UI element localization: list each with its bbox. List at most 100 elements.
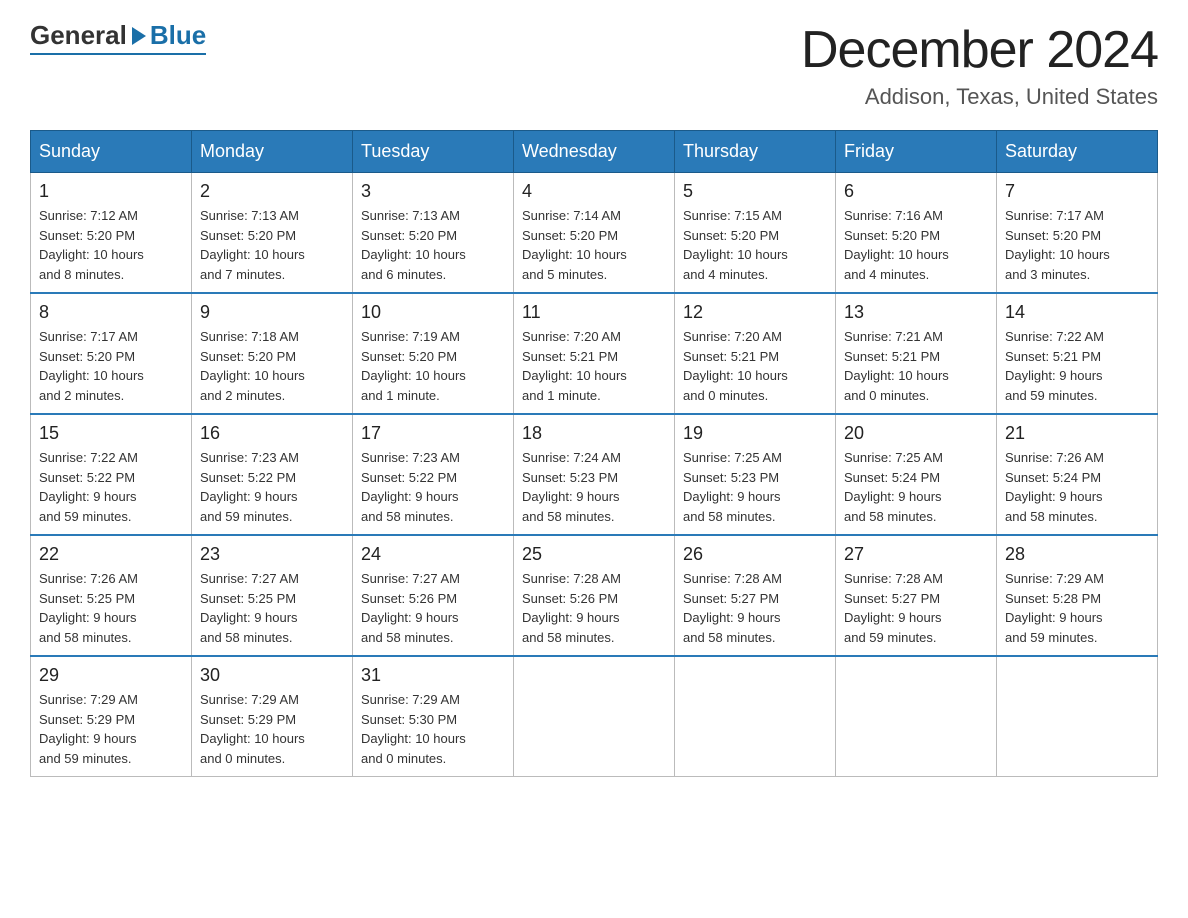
- day-number: 30: [200, 665, 344, 686]
- day-number: 24: [361, 544, 505, 565]
- day-number: 5: [683, 181, 827, 202]
- day-number: 22: [39, 544, 183, 565]
- calendar-week-row: 1Sunrise: 7:12 AMSunset: 5:20 PMDaylight…: [31, 173, 1158, 294]
- day-info: Sunrise: 7:23 AMSunset: 5:22 PMDaylight:…: [200, 448, 344, 526]
- calendar-cell: 2Sunrise: 7:13 AMSunset: 5:20 PMDaylight…: [192, 173, 353, 294]
- calendar-cell: 13 Sunrise: 7:21 AMSunset: 5:21 PMDayligh…: [836, 293, 997, 414]
- day-number: 11: [522, 302, 666, 323]
- day-info: Sunrise: 7:15 AMSunset: 5:20 PMDaylight:…: [683, 206, 827, 284]
- day-info: Sunrise: 7:23 AMSunset: 5:22 PMDaylight:…: [361, 448, 505, 526]
- calendar-cell: 8 Sunrise: 7:17 AMSunset: 5:20 PMDaylight…: [31, 293, 192, 414]
- calendar-week-row: 22 Sunrise: 7:26 AMSunset: 5:25 PMDayligh…: [31, 535, 1158, 656]
- day-number: 31: [361, 665, 505, 686]
- day-info: Sunrise: 7:20 AMSunset: 5:21 PMDaylight:…: [683, 327, 827, 405]
- day-info: Sunrise: 7:20 AMSunset: 5:21 PMDaylight:…: [522, 327, 666, 405]
- calendar-cell: [675, 656, 836, 777]
- day-info: Sunrise: 7:24 AMSunset: 5:23 PMDaylight:…: [522, 448, 666, 526]
- calendar-cell: 30 Sunrise: 7:29 AMSunset: 5:29 PMDayligh…: [192, 656, 353, 777]
- weekday-header-friday: Friday: [836, 131, 997, 173]
- day-info: Sunrise: 7:29 AMSunset: 5:29 PMDaylight:…: [200, 690, 344, 768]
- day-info: Sunrise: 7:12 AMSunset: 5:20 PMDaylight:…: [39, 206, 183, 284]
- calendar-cell: [514, 656, 675, 777]
- calendar-table: SundayMondayTuesdayWednesdayThursdayFrid…: [30, 130, 1158, 777]
- weekday-header-thursday: Thursday: [675, 131, 836, 173]
- calendar-week-row: 15Sunrise: 7:22 AMSunset: 5:22 PMDayligh…: [31, 414, 1158, 535]
- calendar-cell: 1Sunrise: 7:12 AMSunset: 5:20 PMDaylight…: [31, 173, 192, 294]
- page-header: General Blue December 2024 Addison, Texa…: [30, 20, 1158, 110]
- day-info: Sunrise: 7:19 AMSunset: 5:20 PMDaylight:…: [361, 327, 505, 405]
- day-number: 28: [1005, 544, 1149, 565]
- day-number: 14: [1005, 302, 1149, 323]
- logo-general-text: General: [30, 20, 127, 51]
- calendar-cell: 19 Sunrise: 7:25 AMSunset: 5:23 PMDayligh…: [675, 414, 836, 535]
- day-number: 26: [683, 544, 827, 565]
- day-number: 9: [200, 302, 344, 323]
- calendar-week-row: 29 Sunrise: 7:29 AMSunset: 5:29 PMDayligh…: [31, 656, 1158, 777]
- day-number: 7: [1005, 181, 1149, 202]
- day-info: Sunrise: 7:14 AMSunset: 5:20 PMDaylight:…: [522, 206, 666, 284]
- logo-blue-text: Blue: [150, 20, 206, 51]
- calendar-cell: 27 Sunrise: 7:28 AMSunset: 5:27 PMDayligh…: [836, 535, 997, 656]
- day-info: Sunrise: 7:28 AMSunset: 5:27 PMDaylight:…: [683, 569, 827, 647]
- calendar-cell: 26 Sunrise: 7:28 AMSunset: 5:27 PMDayligh…: [675, 535, 836, 656]
- location-subtitle: Addison, Texas, United States: [801, 84, 1158, 110]
- day-number: 27: [844, 544, 988, 565]
- calendar-cell: 17 Sunrise: 7:23 AMSunset: 5:22 PMDayligh…: [353, 414, 514, 535]
- day-info: Sunrise: 7:17 AMSunset: 5:20 PMDaylight:…: [1005, 206, 1149, 284]
- day-info: Sunrise: 7:17 AMSunset: 5:20 PMDaylight:…: [39, 327, 183, 405]
- calendar-cell: [997, 656, 1158, 777]
- day-info: Sunrise: 7:28 AMSunset: 5:27 PMDaylight:…: [844, 569, 988, 647]
- day-number: 13: [844, 302, 988, 323]
- logo-arrow-icon: [132, 27, 146, 45]
- calendar-cell: 3Sunrise: 7:13 AMSunset: 5:20 PMDaylight…: [353, 173, 514, 294]
- calendar-cell: 29Sunrise: 7:29 AMSunset: 5:29 PMDayligh…: [31, 656, 192, 777]
- day-info: Sunrise: 7:27 AMSunset: 5:26 PMDaylight:…: [361, 569, 505, 647]
- calendar-week-row: 8 Sunrise: 7:17 AMSunset: 5:20 PMDaylight…: [31, 293, 1158, 414]
- calendar-cell: 23Sunrise: 7:27 AMSunset: 5:25 PMDayligh…: [192, 535, 353, 656]
- calendar-cell: [836, 656, 997, 777]
- day-number: 17: [361, 423, 505, 444]
- calendar-cell: 25Sunrise: 7:28 AMSunset: 5:26 PMDayligh…: [514, 535, 675, 656]
- day-info: Sunrise: 7:16 AMSunset: 5:20 PMDaylight:…: [844, 206, 988, 284]
- day-info: Sunrise: 7:21 AMSunset: 5:21 PMDaylight:…: [844, 327, 988, 405]
- calendar-cell: 21 Sunrise: 7:26 AMSunset: 5:24 PMDayligh…: [997, 414, 1158, 535]
- day-number: 8: [39, 302, 183, 323]
- calendar-cell: 5 Sunrise: 7:15 AMSunset: 5:20 PMDaylight…: [675, 173, 836, 294]
- day-info: Sunrise: 7:26 AMSunset: 5:24 PMDaylight:…: [1005, 448, 1149, 526]
- day-info: Sunrise: 7:29 AMSunset: 5:30 PMDaylight:…: [361, 690, 505, 768]
- calendar-cell: 28 Sunrise: 7:29 AMSunset: 5:28 PMDayligh…: [997, 535, 1158, 656]
- day-number: 10: [361, 302, 505, 323]
- calendar-cell: 15Sunrise: 7:22 AMSunset: 5:22 PMDayligh…: [31, 414, 192, 535]
- calendar-cell: 12Sunrise: 7:20 AMSunset: 5:21 PMDayligh…: [675, 293, 836, 414]
- day-info: Sunrise: 7:13 AMSunset: 5:20 PMDaylight:…: [200, 206, 344, 284]
- calendar-cell: 7 Sunrise: 7:17 AMSunset: 5:20 PMDaylight…: [997, 173, 1158, 294]
- day-number: 16: [200, 423, 344, 444]
- weekday-header-saturday: Saturday: [997, 131, 1158, 173]
- day-number: 25: [522, 544, 666, 565]
- logo: General Blue: [30, 20, 206, 55]
- day-info: Sunrise: 7:27 AMSunset: 5:25 PMDaylight:…: [200, 569, 344, 647]
- calendar-cell: 10 Sunrise: 7:19 AMSunset: 5:20 PMDayligh…: [353, 293, 514, 414]
- calendar-cell: 24 Sunrise: 7:27 AMSunset: 5:26 PMDayligh…: [353, 535, 514, 656]
- day-number: 29: [39, 665, 183, 686]
- day-number: 18: [522, 423, 666, 444]
- weekday-header-wednesday: Wednesday: [514, 131, 675, 173]
- day-number: 19: [683, 423, 827, 444]
- calendar-cell: 18 Sunrise: 7:24 AMSunset: 5:23 PMDayligh…: [514, 414, 675, 535]
- logo-underline: [30, 53, 206, 55]
- calendar-cell: 20Sunrise: 7:25 AMSunset: 5:24 PMDayligh…: [836, 414, 997, 535]
- day-number: 21: [1005, 423, 1149, 444]
- day-number: 6: [844, 181, 988, 202]
- day-number: 4: [522, 181, 666, 202]
- day-info: Sunrise: 7:29 AMSunset: 5:28 PMDaylight:…: [1005, 569, 1149, 647]
- calendar-cell: 4 Sunrise: 7:14 AMSunset: 5:20 PMDaylight…: [514, 173, 675, 294]
- day-number: 15: [39, 423, 183, 444]
- weekday-header-tuesday: Tuesday: [353, 131, 514, 173]
- calendar-cell: 9Sunrise: 7:18 AMSunset: 5:20 PMDaylight…: [192, 293, 353, 414]
- calendar-cell: 11 Sunrise: 7:20 AMSunset: 5:21 PMDayligh…: [514, 293, 675, 414]
- calendar-cell: 14Sunrise: 7:22 AMSunset: 5:21 PMDayligh…: [997, 293, 1158, 414]
- weekday-header-monday: Monday: [192, 131, 353, 173]
- day-info: Sunrise: 7:25 AMSunset: 5:23 PMDaylight:…: [683, 448, 827, 526]
- day-number: 20: [844, 423, 988, 444]
- day-info: Sunrise: 7:26 AMSunset: 5:25 PMDaylight:…: [39, 569, 183, 647]
